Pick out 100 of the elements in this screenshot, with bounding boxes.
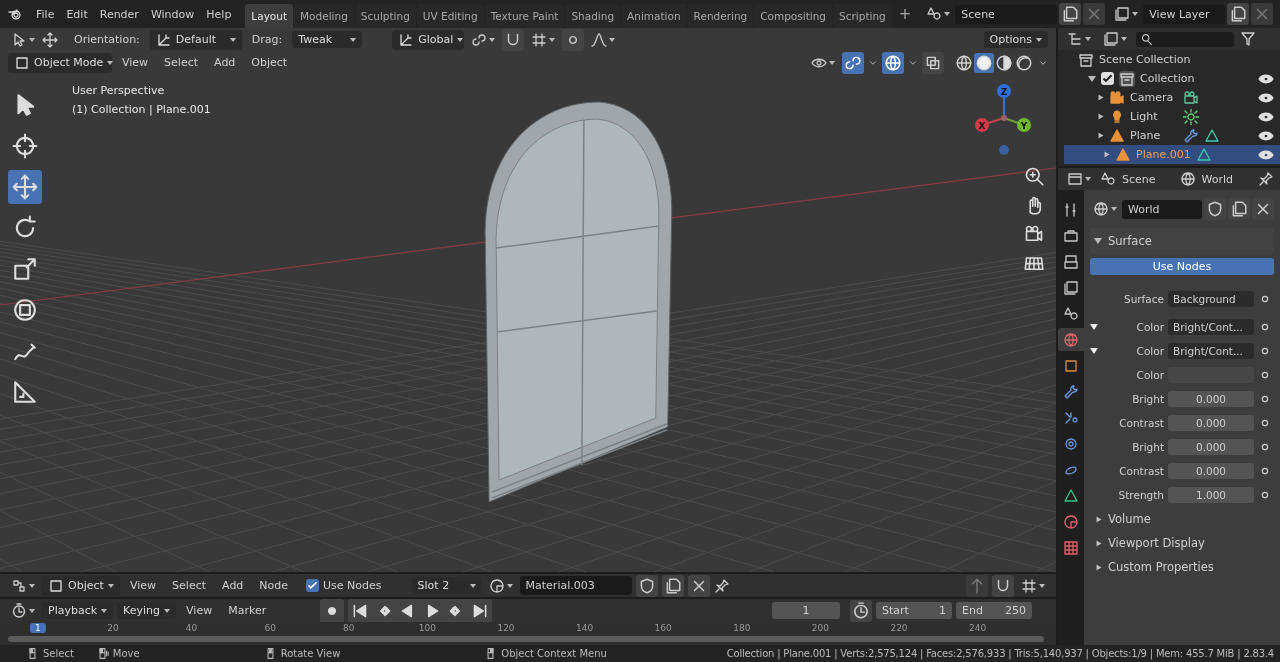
navigation-gizmo[interactable] — [975, 84, 1031, 155]
copy-icon[interactable] — [1228, 198, 1250, 220]
magnet-icon[interactable] — [502, 28, 525, 51]
world-field[interactable]: World — [1122, 199, 1202, 219]
material-field[interactable]: Material.003 — [519, 576, 632, 595]
shield-icon[interactable] — [635, 574, 658, 597]
header-menu[interactable]: Node — [253, 577, 295, 594]
wrench-icon[interactable] — [1183, 127, 1199, 144]
header-menu[interactable]: View — [124, 577, 163, 594]
expand-triangle-icon[interactable] — [1098, 113, 1104, 120]
mode-dropdown[interactable]: Object Mode — [8, 52, 112, 73]
node-link-field[interactable]: Background — [1168, 291, 1254, 307]
node-link-field[interactable]: Bright/Cont... — [1168, 343, 1254, 359]
header-menu[interactable]: Select — [166, 577, 213, 594]
panel-header[interactable]: Surface — [1090, 228, 1274, 254]
number-field[interactable]: 0.000 — [1168, 391, 1254, 407]
search-field[interactable] — [1136, 31, 1234, 47]
orientation-dropdown[interactable]: Default — [149, 29, 242, 50]
overlay-icon[interactable] — [882, 51, 904, 74]
close-icon[interactable] — [1252, 198, 1274, 220]
outliner-row[interactable]: Plane.001 — [1064, 145, 1280, 164]
number-field[interactable]: 0.000 — [1168, 439, 1254, 455]
header-menu[interactable]: Add — [208, 54, 242, 71]
workspace-tab[interactable]: Texture Paint — [484, 4, 565, 28]
workspace-tab[interactable]: Animation — [621, 4, 687, 28]
workspace-tab[interactable]: Shading — [565, 4, 621, 28]
drag-dropdown[interactable]: Tweak — [292, 31, 363, 48]
close-icon[interactable] — [1083, 3, 1106, 25]
expand-triangle-icon[interactable] — [1104, 151, 1110, 158]
magnet-icon[interactable] — [992, 574, 1014, 597]
panel-header[interactable]: Viewport Display — [1090, 533, 1274, 553]
expand-triangle-icon[interactable] — [1098, 132, 1104, 139]
xray-icon[interactable] — [922, 51, 944, 74]
pin-icon[interactable] — [1258, 171, 1274, 187]
close-icon[interactable] — [687, 574, 710, 597]
outliner-row[interactable]: Camera — [1058, 88, 1280, 107]
panel-header[interactable]: Volume — [1090, 509, 1274, 529]
menu-item[interactable]: Window — [144, 4, 201, 24]
solid-sphere-icon[interactable] — [974, 52, 994, 73]
shield-icon[interactable] — [1204, 198, 1226, 220]
outliner-row[interactable]: Light — [1058, 107, 1280, 126]
outliner-row[interactable]: Plane — [1058, 126, 1280, 145]
checkbox-label[interactable]: Use Nodes — [323, 579, 382, 592]
header-menu[interactable]: View — [180, 602, 219, 619]
workspace-tab[interactable]: Sculpting — [354, 4, 416, 28]
workspace-tab[interactable]: Rendering — [687, 4, 754, 28]
stopwatch-icon[interactable] — [850, 599, 872, 622]
use-nodes-checkbox[interactable] — [306, 579, 320, 592]
header-menu[interactable]: Marker — [222, 602, 273, 619]
use-nodes-button[interactable]: Use Nodes — [1090, 258, 1274, 275]
add-workspace-button[interactable]: + — [892, 5, 918, 23]
panel-header[interactable]: Custom Properties — [1090, 557, 1274, 577]
workspace-tab[interactable]: Scripting — [833, 4, 892, 28]
record-icon[interactable] — [320, 598, 345, 623]
outliner-item[interactable]: Collection — [1140, 72, 1195, 85]
node-link-field[interactable]: Bright/Cont... — [1168, 319, 1254, 335]
triangle-icon[interactable] — [1204, 127, 1220, 144]
number-field[interactable]: 1.000 — [1168, 487, 1254, 503]
end-frame-field[interactable]: End 250 — [956, 602, 1032, 619]
header-menu[interactable]: Object — [245, 54, 294, 71]
menu-item[interactable]: File — [30, 4, 61, 24]
shader-type-dropdown[interactable]: Object — [42, 575, 120, 596]
number-field[interactable]: 0.000 — [1168, 463, 1254, 479]
move-tool-icon[interactable] — [8, 170, 42, 204]
collection-checkbox[interactable] — [1101, 72, 1114, 85]
workspace-tab[interactable]: UV Editing — [416, 4, 484, 28]
scrollbar[interactable] — [8, 636, 1044, 642]
menu-item[interactable]: Render — [93, 4, 145, 24]
number-field[interactable]: 0.000 — [1168, 415, 1254, 431]
copy-icon[interactable] — [1227, 3, 1250, 25]
close-icon[interactable] — [1251, 3, 1274, 25]
options-dropdown[interactable]: Options — [983, 31, 1048, 48]
outliner-item[interactable]: Scene Collection — [1099, 53, 1191, 66]
copy-icon[interactable] — [661, 574, 684, 597]
transform-orientation-dropdown[interactable]: Global — [392, 29, 465, 50]
expand-triangle-icon[interactable] — [1098, 94, 1104, 101]
header-menu[interactable]: Add — [216, 577, 250, 594]
header-menu[interactable]: Select — [158, 54, 205, 71]
view-layer-field[interactable]: View Layer — [1143, 4, 1226, 24]
triangle-icon[interactable] — [1195, 146, 1212, 163]
start-frame-field[interactable]: Start 1 — [876, 602, 952, 619]
menu-item[interactable]: Edit — [60, 4, 94, 24]
current-frame-marker[interactable]: 1 — [30, 623, 46, 633]
proportional-edit-icon[interactable] — [562, 28, 585, 51]
funnel-icon[interactable] — [1240, 31, 1256, 47]
gizmo-icon[interactable] — [842, 51, 864, 74]
zoom-icon[interactable] — [1024, 166, 1044, 186]
scene-field[interactable]: Scene — [955, 4, 1058, 24]
workspace-tab[interactable]: Compositing — [754, 4, 833, 28]
workspace-tab[interactable]: Modeling — [294, 4, 354, 28]
menu-item[interactable]: Help — [200, 4, 238, 24]
header-dropdown[interactable]: Keying — [117, 602, 177, 619]
copy-icon[interactable] — [1059, 3, 1082, 25]
slot-dropdown[interactable]: Slot 2 — [411, 577, 482, 594]
header-dropdown[interactable]: Playback — [42, 602, 114, 619]
current-frame-field[interactable]: 1 — [772, 602, 840, 619]
camera-icon[interactable] — [1024, 224, 1044, 244]
header-menu[interactable]: View — [116, 54, 155, 71]
camera-icon[interactable] — [1183, 89, 1199, 106]
pin-icon[interactable] — [713, 577, 730, 594]
